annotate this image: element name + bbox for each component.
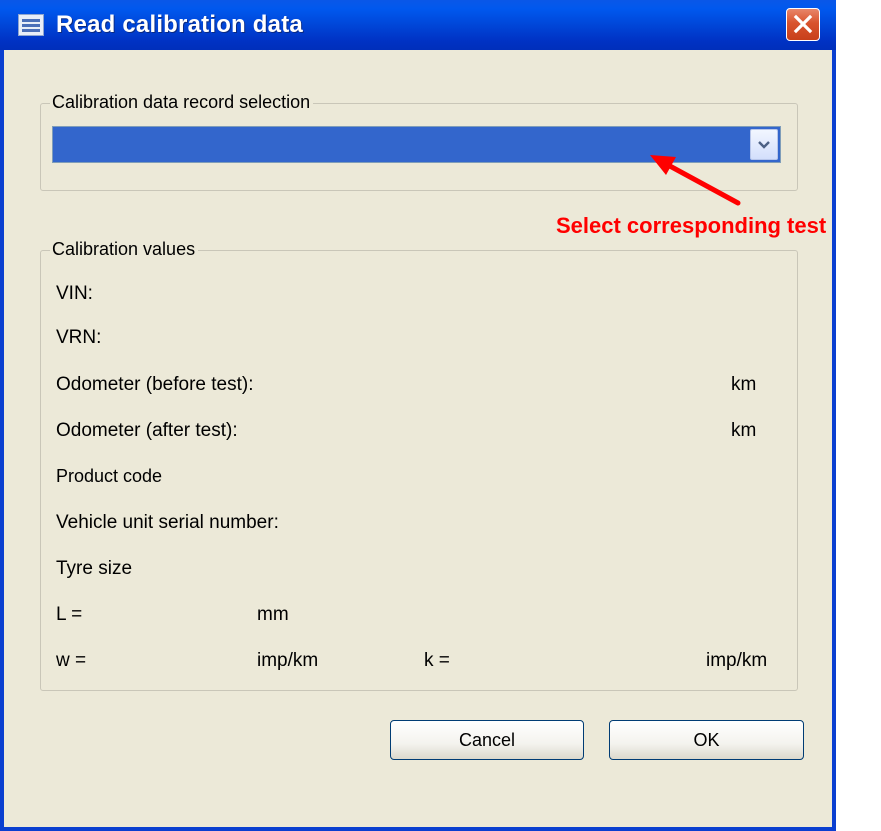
window-title: Read calibration data [56,11,303,38]
cancel-button[interactable]: Cancel [390,720,584,760]
odometer-after-label: Odometer (after test): [56,420,238,441]
annotation-arrow-icon [650,155,741,206]
vin-label: VIN: [56,283,93,304]
odometer-before-unit: km [731,374,757,395]
close-icon [793,14,813,34]
l-unit: mm [257,604,289,625]
calibration-values-legend: Calibration values [50,239,199,260]
w-label: w = [56,650,87,671]
tyre-size-label: Tyre size [56,558,133,579]
dropdown-arrow-button[interactable] [750,129,778,160]
odometer-before-label: Odometer (before test): [56,374,254,395]
l-label: L = [56,604,83,625]
k-label: k = [424,650,450,671]
close-button[interactable] [786,8,820,41]
vu-serial-label: Vehicle unit serial number: [56,512,279,533]
w-unit: imp/km [257,650,319,671]
vrn-label: VRN: [56,327,102,348]
k-unit: imp/km [706,650,768,671]
record-selection-legend: Calibration data record selection [50,92,314,113]
app-icon [18,14,44,36]
odometer-after-unit: km [731,420,757,441]
annotation-text: Select corresponding test [556,213,827,238]
chevron-down-icon [758,140,770,149]
product-code-label: Product code [56,466,163,486]
ok-button[interactable]: OK [609,720,804,760]
title-bar[interactable]: Read calibration data [0,0,836,50]
